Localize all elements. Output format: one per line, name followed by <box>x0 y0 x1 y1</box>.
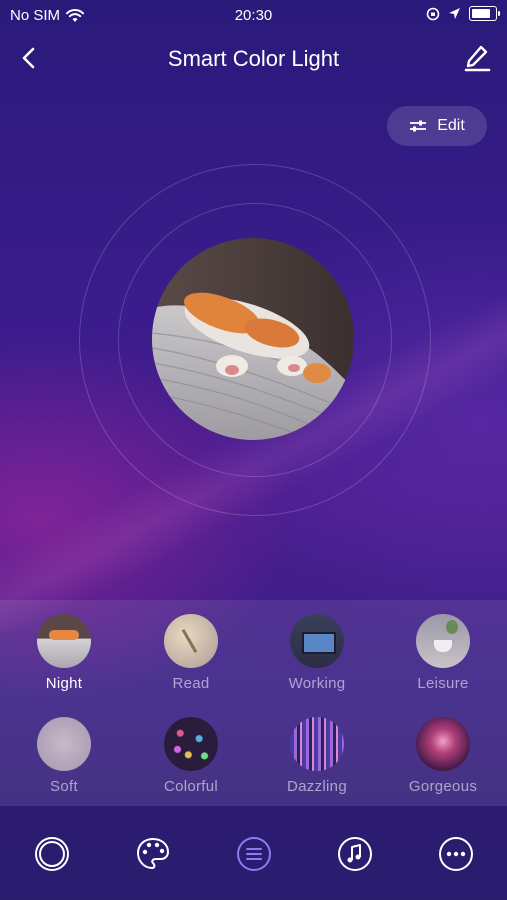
scene-working[interactable]: Working <box>262 614 372 692</box>
scene-label: Leisure <box>417 675 469 692</box>
read-thumbnail <box>164 614 218 668</box>
scenes-panel: Night Read Working Leisure Soft Colorful… <box>0 600 507 806</box>
soft-thumbnail <box>37 717 91 771</box>
scene-label: Soft <box>50 778 78 795</box>
music-icon[interactable] <box>335 834 375 874</box>
status-bar: No SIM 20:30 <box>0 0 507 30</box>
scene-label: Read <box>172 675 210 692</box>
edit-button[interactable]: Edit <box>387 106 487 146</box>
location-icon <box>449 8 460 19</box>
leisure-thumbnail <box>416 614 470 668</box>
scene-label: Dazzling <box>287 778 347 795</box>
app-screen: No SIM 20:30 Smart Color Light Edit Nigh… <box>0 0 507 900</box>
pencil-icon[interactable] <box>461 42 493 74</box>
status-right <box>426 6 500 21</box>
bottom-nav <box>0 806 507 900</box>
sliders-icon <box>410 120 427 132</box>
scene-night[interactable]: Night <box>9 614 119 692</box>
night-thumbnail <box>37 614 91 668</box>
orientation-lock-icon <box>426 7 440 20</box>
scene-leisure[interactable]: Leisure <box>388 614 498 692</box>
scene-label: Night <box>45 675 83 692</box>
page-title: Smart Color Light <box>167 46 340 71</box>
white-light-icon[interactable] <box>32 834 72 874</box>
palette-icon[interactable] <box>133 834 173 874</box>
dazzling-thumbnail <box>290 717 344 771</box>
working-thumbnail <box>290 614 344 668</box>
scene-dazzling[interactable]: Dazzling <box>262 717 372 795</box>
scene-colorful[interactable]: Colorful <box>136 717 246 795</box>
scene-label: Working <box>288 675 346 692</box>
scene-list-icon[interactable] <box>234 834 274 874</box>
edit-label: Edit <box>437 117 465 134</box>
cat-sleeping-image <box>152 238 354 440</box>
scene-label: Gorgeous <box>408 778 478 795</box>
scene-read[interactable]: Read <box>136 614 246 692</box>
scene-label: Colorful <box>163 778 219 795</box>
colorful-thumbnail <box>164 717 218 771</box>
battery-icon <box>469 6 500 21</box>
scene-gorgeous[interactable]: Gorgeous <box>388 717 498 795</box>
gorgeous-thumbnail <box>416 717 470 771</box>
more-icon[interactable] <box>436 834 476 874</box>
header: Smart Color Light <box>0 38 507 78</box>
current-scene-image <box>152 238 354 440</box>
scene-soft[interactable]: Soft <box>9 717 119 795</box>
